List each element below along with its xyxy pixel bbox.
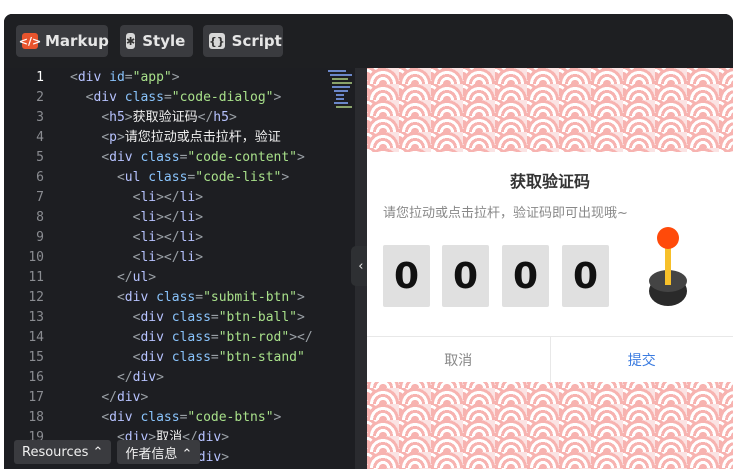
- braces-icon: {}: [209, 33, 225, 49]
- minimap-line: [336, 98, 344, 100]
- line-number: 7: [36, 190, 44, 205]
- dialog-title: 获取验证码: [509, 172, 590, 191]
- code-line: <ul class="code-list">: [116, 170, 290, 185]
- line-number: 16: [28, 370, 44, 385]
- line-gutter: 1234567891011121314151617181920: [4, 68, 56, 469]
- line-number: 8: [36, 210, 44, 225]
- minimap-line: [336, 94, 344, 96]
- line-number: 17: [28, 390, 44, 405]
- line-number: 3: [36, 110, 44, 125]
- code-line: <div class="btn-ball">: [132, 310, 305, 325]
- submit-button[interactable]: 提交: [551, 337, 734, 383]
- line-number: 12: [28, 290, 44, 305]
- code-line: <div class="btn-stand": [132, 350, 305, 365]
- code-line: </div>: [116, 370, 164, 385]
- code-line: <div class="code-btns">: [101, 410, 282, 425]
- code-line: </ul>: [116, 270, 157, 285]
- code-line: <li></li>: [132, 190, 204, 205]
- markup-icon: </>: [18, 33, 42, 49]
- line-number: 4: [36, 130, 44, 145]
- tab-style[interactable]: ✱ Style: [120, 25, 193, 57]
- author-info-button[interactable]: 作者信息 ⌃: [117, 440, 201, 464]
- code-line: <li></li>: [132, 250, 204, 265]
- code-editor[interactable]: 1234567891011121314151617181920 <div id=…: [4, 68, 355, 469]
- code-line: <div class="submit-btn">: [116, 290, 305, 305]
- line-number: 14: [28, 330, 44, 345]
- minimap-line: [332, 86, 350, 88]
- line-number: 15: [28, 350, 44, 365]
- line-number: 9: [36, 230, 44, 245]
- code-line: <div class="code-dialog">: [85, 90, 282, 105]
- code-digit: 0: [383, 245, 430, 307]
- code-line: </div>: [101, 390, 149, 405]
- cancel-button[interactable]: 取消: [367, 337, 551, 383]
- code-digit: 0: [442, 245, 489, 307]
- editor-toolbar: </> Markup ✱ Style {} Script: [4, 14, 733, 68]
- line-number: 6: [36, 170, 44, 185]
- asterisk-icon: ✱: [126, 33, 136, 49]
- resources-button[interactable]: Resources ⌃: [14, 440, 112, 464]
- line-number: 11: [28, 270, 44, 285]
- line-number: 1: [36, 70, 44, 85]
- minimap-line: [330, 74, 352, 76]
- preview-pane: 获取验证码 请您拉动或点击拉杆，验证码即可出现哦~ 0 0 0 0 取消 提交: [367, 68, 733, 469]
- code-line: <p>请您拉动或点击拉杆，验证: [101, 130, 281, 145]
- line-number: 13: [28, 310, 44, 325]
- tab-style-label: Style: [142, 32, 186, 50]
- line-number: 18: [28, 410, 44, 425]
- minimap-line: [332, 78, 348, 80]
- tab-script[interactable]: {} Script: [203, 25, 283, 57]
- code-line: <h5>获取验证码</h5>: [101, 110, 237, 125]
- tab-markup-label: Markup: [45, 32, 109, 50]
- tab-markup[interactable]: </> Markup: [16, 25, 109, 57]
- code-line: <li></li>: [132, 230, 204, 245]
- code-dialog: 获取验证码 请您拉动或点击拉杆，验证码即可出现哦~ 0 0 0 0 取消 提交: [367, 152, 733, 383]
- code-digit: 0: [562, 245, 609, 307]
- minimap-line: [332, 82, 352, 84]
- code-line: <li></li>: [132, 210, 204, 225]
- dialog-description: 请您拉动或点击拉杆，验证码即可出现哦~: [383, 206, 628, 221]
- code-digit: 0: [502, 245, 549, 307]
- code-line: <div id="app">: [70, 70, 180, 85]
- lever-rod[interactable]: [665, 247, 671, 285]
- minimap-line: [328, 70, 346, 72]
- minimap-line: [334, 90, 348, 92]
- code-line: <div class="btn-rod"></: [132, 330, 313, 345]
- bottom-bar: Resources ⌃ 作者信息 ⌃: [14, 440, 201, 466]
- minimap-line: [334, 102, 348, 104]
- line-number: 2: [36, 90, 44, 105]
- line-number: 10: [28, 250, 44, 265]
- lever-ball[interactable]: [657, 227, 679, 249]
- code-line: <div class="code-content">: [101, 150, 305, 165]
- line-number: 5: [36, 150, 44, 165]
- dialog-buttons: 取消 提交: [367, 336, 733, 383]
- minimap-line: [336, 106, 352, 108]
- tab-script-label: Script: [231, 32, 282, 50]
